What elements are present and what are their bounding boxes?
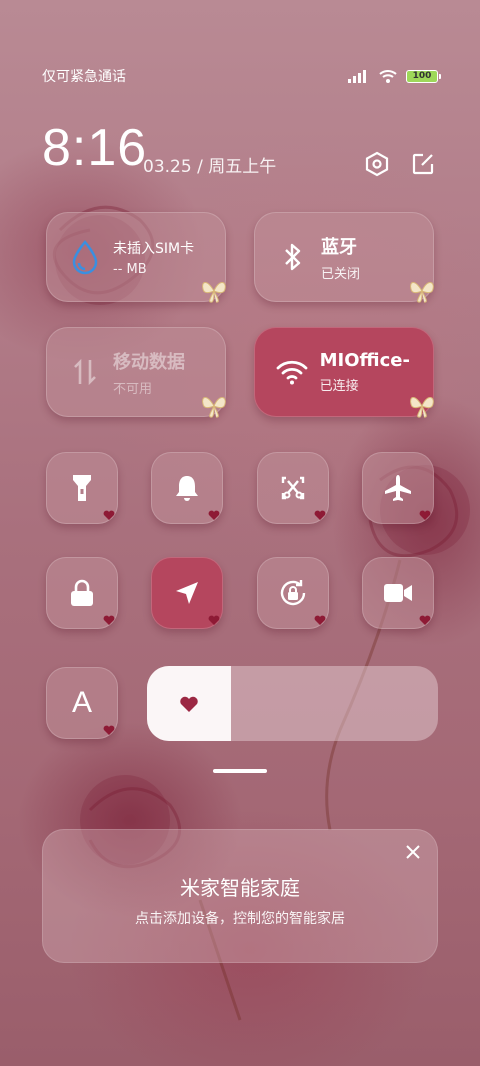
clock-date: 03.25 / 周五上午 [143, 157, 277, 177]
clock-time: 8:16 [42, 119, 148, 177]
drag-handle[interactable] [213, 769, 267, 773]
tile-sim-sub: -- MB [113, 261, 147, 277]
tile-bluetooth-sub: 已关闭 [321, 266, 361, 282]
toggle-screenshot[interactable] [257, 452, 329, 524]
tile-bluetooth[interactable]: 蓝牙 已关闭 [254, 212, 434, 303]
heart-icon [103, 725, 115, 735]
butterfly-icon [410, 397, 434, 418]
heart-icon [314, 510, 326, 520]
toggle-rotation-lock[interactable] [257, 557, 329, 629]
status-icons: 100 [348, 68, 441, 84]
lock-icon [71, 579, 93, 606]
bluetooth-icon [275, 239, 311, 275]
tile-mobile-data-sub: 不可用 [113, 381, 153, 397]
heart-icon [103, 510, 115, 520]
smart-home-title: 米家智能家庭 [180, 876, 300, 900]
heart-icon [419, 615, 431, 625]
toggle-location[interactable] [151, 557, 223, 629]
edit-icon[interactable] [407, 148, 439, 180]
tile-wifi[interactable]: MIOffice- 已连接 [254, 327, 434, 418]
font-toggle-label: A [71, 686, 92, 719]
brightness-slider[interactable] [147, 666, 438, 741]
heart-icon [208, 615, 220, 625]
tile-bluetooth-title: 蓝牙 [321, 236, 357, 258]
location-arrow-icon [176, 582, 198, 604]
smart-home-card[interactable]: 米家智能家庭 点击添加设备，控制您的智能家居 [42, 829, 438, 963]
video-camera-icon [384, 584, 412, 602]
rotation-lock-icon [280, 580, 306, 606]
toggle-airplane-mode[interactable] [362, 452, 434, 524]
toggle-flashlight[interactable] [46, 452, 118, 524]
butterfly-icon [202, 397, 226, 418]
mobile-data-icon [67, 354, 103, 390]
tile-mobile-data-title: 移动数据 [113, 351, 185, 373]
heart-icon [208, 510, 220, 520]
wifi-status-icon [379, 70, 397, 83]
toggle-font-size[interactable]: A [46, 667, 118, 739]
heart-icon [419, 510, 431, 520]
settings-hexagon-icon[interactable] [361, 148, 393, 180]
tile-wifi-title: MIOffice- [319, 350, 410, 371]
battery-icon: 100 [406, 69, 441, 83]
carrier-text: 仅可紧急通话 [42, 69, 126, 85]
flashlight-icon [73, 475, 91, 501]
heart-icon [314, 615, 326, 625]
toggle-lock-screen[interactable] [46, 557, 118, 629]
close-icon[interactable] [403, 842, 423, 862]
toggle-screen-record[interactable] [362, 557, 434, 629]
heart-icon [180, 696, 198, 712]
heart-icon [103, 615, 115, 625]
smart-home-subtitle: 点击添加设备，控制您的智能家居 [135, 911, 345, 927]
signal-icon [348, 70, 366, 83]
butterfly-icon [410, 282, 434, 303]
tile-sim-title: 未插入SIM卡 [113, 240, 195, 257]
toggle-ringer[interactable] [151, 452, 223, 524]
brightness-fill [147, 666, 232, 741]
scissors-screenshot-icon [281, 476, 305, 500]
tile-mobile-data[interactable]: 移动数据 不可用 [46, 327, 226, 418]
water-drop-icon [67, 239, 103, 275]
wifi-icon [275, 354, 310, 390]
airplane-icon [385, 475, 411, 501]
bell-icon [176, 476, 198, 501]
tile-sim-data[interactable]: 未插入SIM卡 -- MB [46, 212, 226, 303]
butterfly-icon [202, 282, 226, 303]
status-bar: 仅可紧急通话 100 [42, 64, 441, 88]
